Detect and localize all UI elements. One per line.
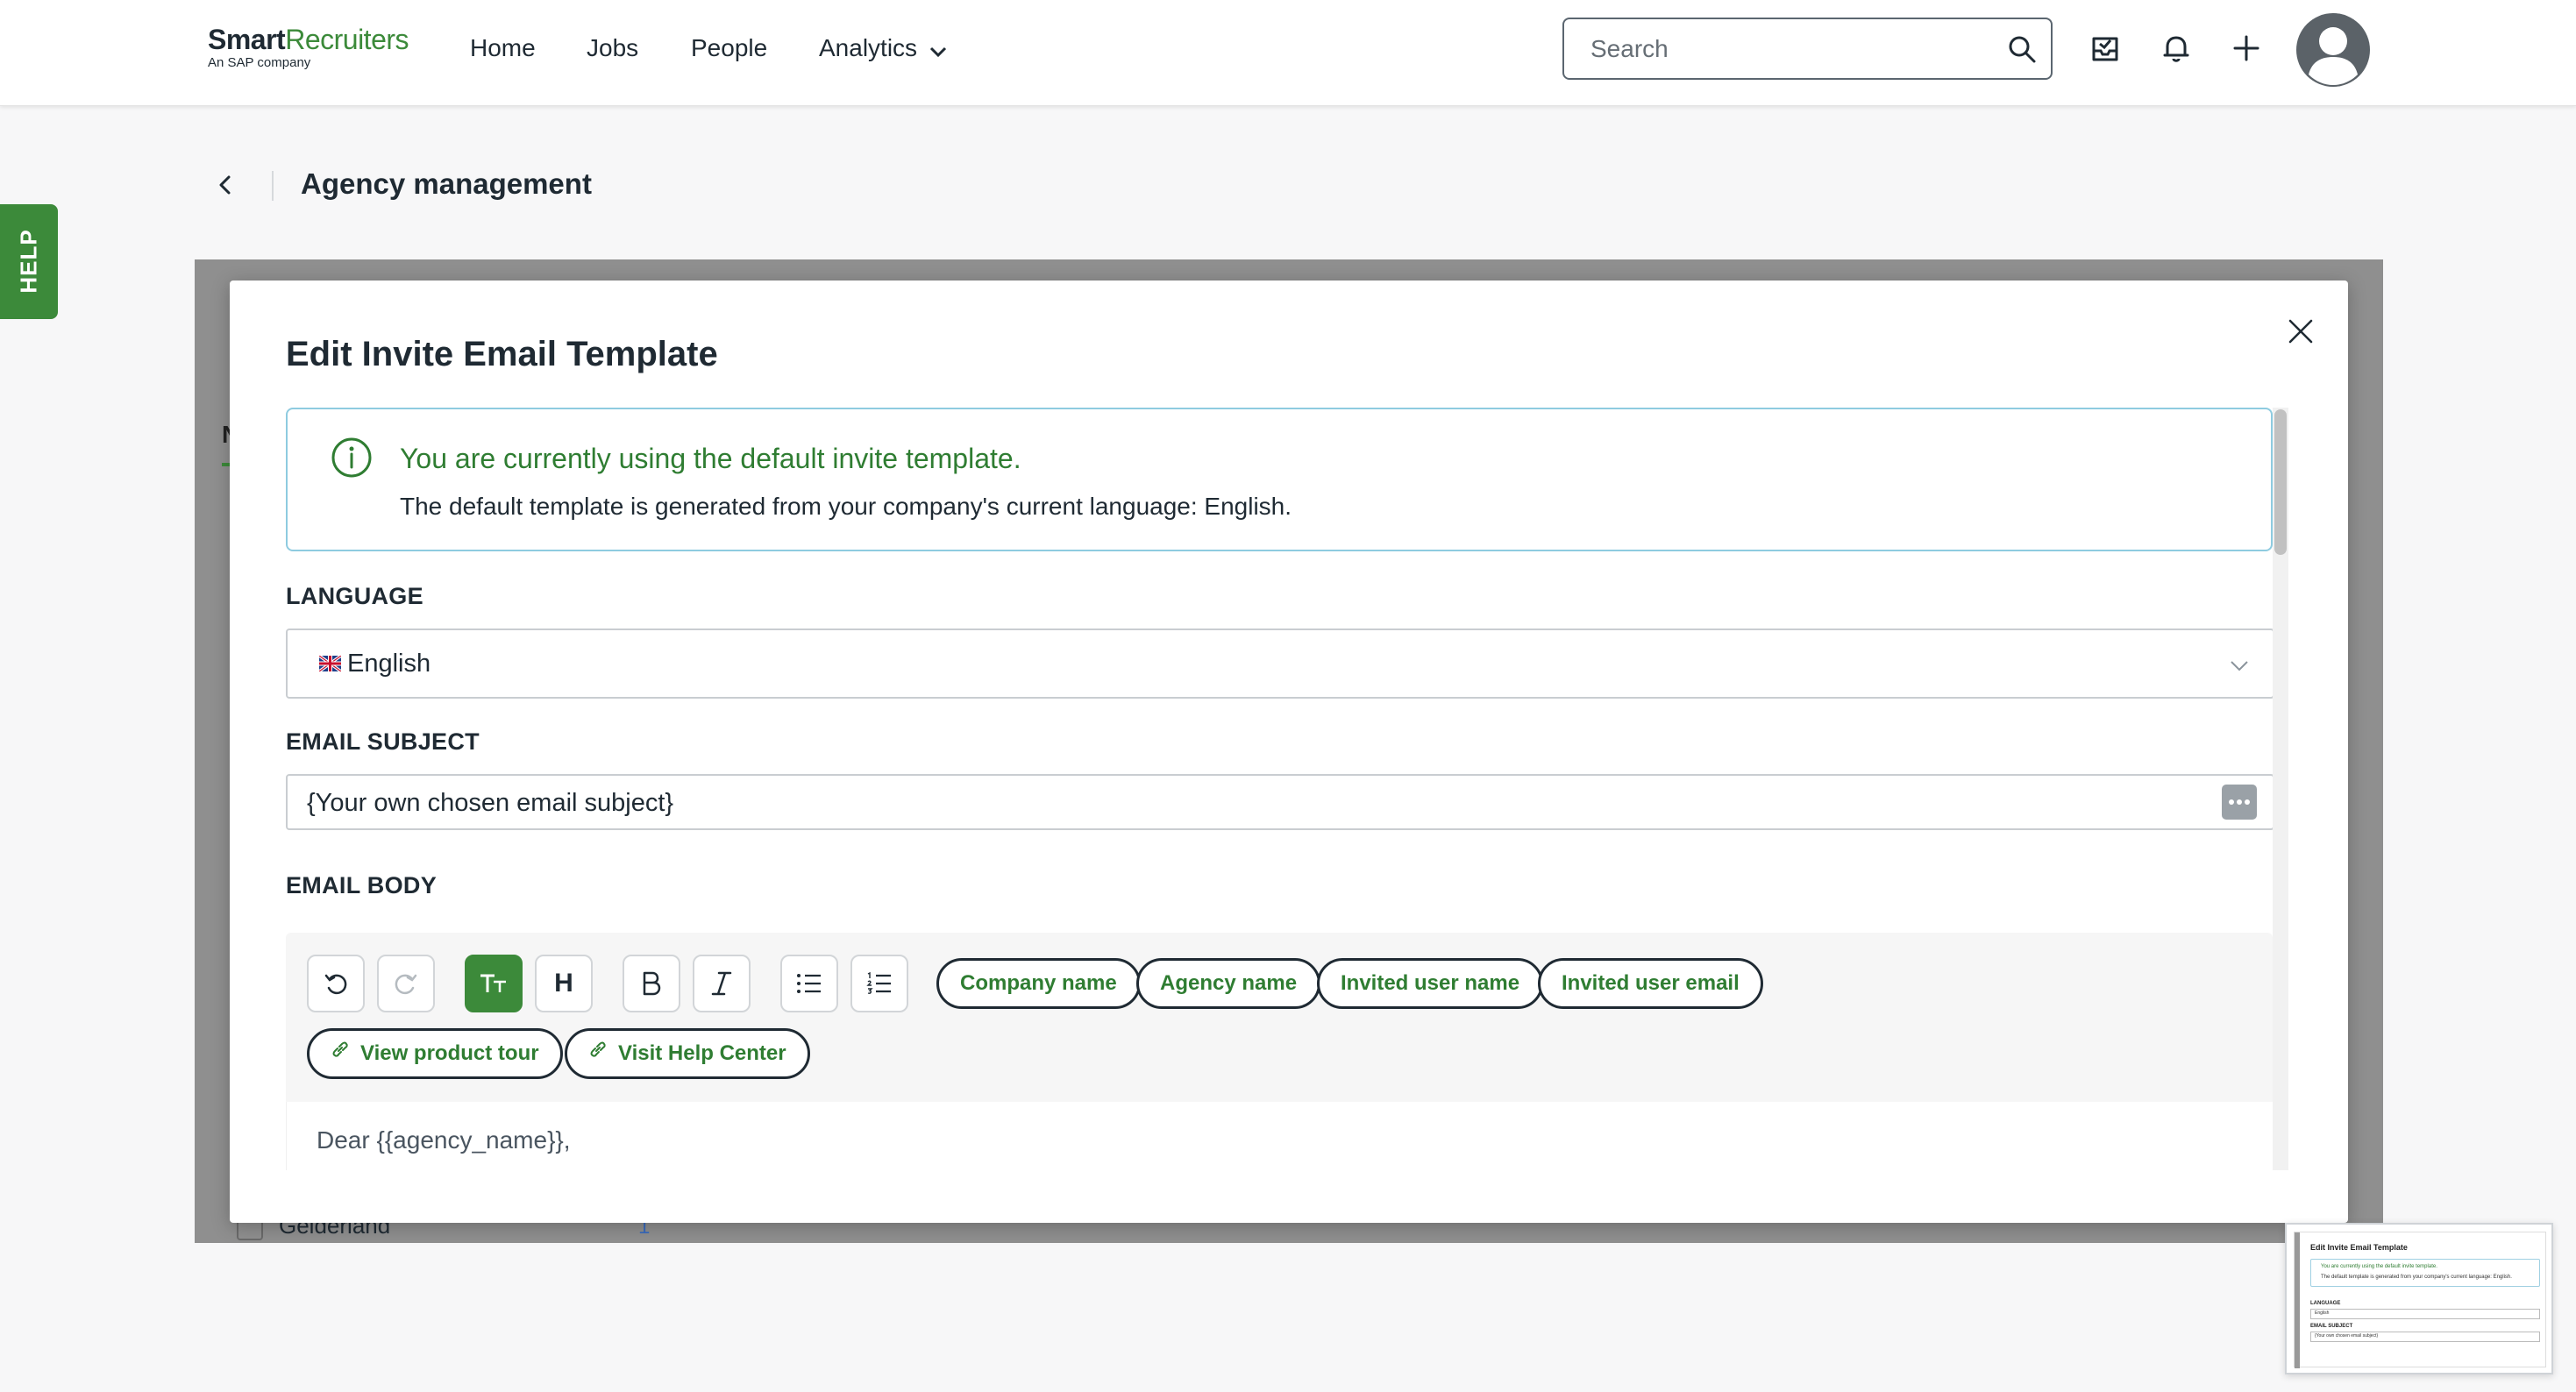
user-avatar[interactable] — [2296, 13, 2370, 87]
logo-word-smart: Smart — [208, 24, 286, 55]
italic-button[interactable] — [693, 955, 751, 1012]
text-size-icon — [480, 974, 506, 992]
search-icon[interactable] — [2007, 34, 2037, 64]
info-title: You are currently using the default invi… — [400, 443, 1021, 474]
insert-invited-user-name-button[interactable]: Invited user name — [1317, 958, 1544, 1009]
edit-invite-email-modal: Edit Invite Email Template You are curre… — [230, 281, 2348, 1223]
modal-title: Edit Invite Email Template — [286, 335, 718, 373]
heading-icon: H — [554, 969, 573, 998]
minimap-info-text: The default template is generated from y… — [2321, 1275, 2512, 1280]
italic-icon — [711, 971, 732, 996]
nav-jobs[interactable]: Jobs — [587, 33, 638, 63]
bullet-list-icon — [797, 974, 821, 993]
visit-help-center-label: Visit Help Center — [618, 1041, 786, 1065]
email-body-editor[interactable]: Dear {{agency_name}}, — [286, 1102, 2273, 1170]
logo-word-recruiters: Recruiters — [285, 24, 409, 55]
minimap-language-value: English — [2315, 1310, 2330, 1316]
email-subject-field[interactable]: {Your own chosen email subject} — [286, 774, 2274, 830]
minimap-viewport: Edit Invite Email Template You are curre… — [2294, 1232, 2546, 1368]
minimap-language-field: English — [2310, 1309, 2540, 1319]
language-label: LANGUAGE — [286, 583, 423, 609]
nav-people[interactable]: People — [691, 33, 767, 63]
modal-scrollbar-thumb[interactable] — [2274, 409, 2287, 555]
plus-icon[interactable] — [2228, 30, 2265, 67]
text-style-button[interactable] — [465, 955, 523, 1012]
insert-company-name-button[interactable]: Company name — [936, 958, 1141, 1009]
more-options-button[interactable] — [2222, 785, 2257, 820]
uk-flag-icon — [319, 656, 341, 671]
top-navigation-bar: SmartRecruiters An SAP company Home Jobs… — [0, 0, 2576, 106]
undo-button[interactable] — [307, 955, 365, 1012]
redo-icon — [395, 974, 417, 995]
numbered-list-button[interactable] — [850, 955, 908, 1012]
ellipsis-icon — [2229, 799, 2250, 805]
redo-button[interactable] — [377, 955, 435, 1012]
view-product-tour-label: View product tour — [360, 1041, 539, 1065]
bullet-list-button[interactable] — [780, 955, 838, 1012]
help-tab-label: HELP — [15, 229, 42, 294]
nav-analytics[interactable]: Analytics — [819, 33, 947, 65]
modal-body: You are currently using the default invi… — [286, 408, 2274, 1170]
bell-icon[interactable] — [2158, 30, 2195, 67]
language-select[interactable]: English — [286, 629, 2274, 699]
link-icon — [588, 1030, 608, 1076]
smartrecruiters-logo[interactable]: SmartRecruiters An SAP company — [208, 25, 409, 70]
chevron-down-icon — [2231, 661, 2248, 671]
user-silhouette-icon — [2298, 15, 2368, 85]
link-icon — [331, 1030, 350, 1076]
editor-toolbar: H Company name Agency name Invited user … — [286, 933, 2273, 1102]
visit-help-center-button[interactable]: Visit Help Center — [565, 1028, 810, 1079]
bold-button[interactable] — [623, 955, 680, 1012]
chevron-down-icon — [929, 35, 947, 65]
page-minimap[interactable]: Edit Invite Email Template You are curre… — [2285, 1223, 2553, 1374]
inbox-icon[interactable] — [2087, 30, 2124, 67]
insert-agency-name-button[interactable]: Agency name — [1136, 958, 1321, 1009]
background-tab-underline — [222, 463, 230, 466]
minimap-subject-field: {Your own chosen email subject} — [2310, 1332, 2540, 1342]
bold-icon — [643, 971, 661, 996]
undo-icon — [324, 974, 347, 995]
header-divider — [272, 171, 274, 201]
minimap-backdrop-strip — [2295, 1232, 2300, 1368]
email-subject-value: {Your own chosen email subject} — [307, 789, 674, 817]
search-box — [1562, 18, 2053, 80]
info-text: The default template is generated from y… — [400, 493, 1292, 520]
nav-home[interactable]: Home — [470, 33, 536, 63]
insert-invited-user-email-button[interactable]: Invited user email — [1538, 958, 1763, 1009]
numbered-list-icon — [866, 971, 891, 994]
help-tab[interactable]: HELP — [0, 204, 58, 319]
back-arrow-icon[interactable] — [215, 172, 236, 198]
minimap-info-title: You are currently using the default invi… — [2321, 1264, 2437, 1269]
minimap-subject-value: {Your own chosen email subject} — [2315, 1333, 2379, 1339]
logo-subtitle: An SAP company — [208, 55, 311, 70]
minimap-title: Edit Invite Email Template — [2310, 1243, 2408, 1252]
email-body-text: Dear {{agency_name}}, — [317, 1126, 571, 1154]
search-input[interactable] — [1590, 19, 1994, 78]
nav-analytics-label: Analytics — [819, 34, 918, 61]
email-subject-label: EMAIL SUBJECT — [286, 728, 480, 755]
heading-button[interactable]: H — [535, 955, 593, 1012]
email-body-label: EMAIL BODY — [286, 872, 438, 898]
language-select-value: English — [347, 650, 431, 678]
default-template-info-box: You are currently using the default invi… — [286, 408, 2273, 551]
close-icon[interactable] — [2285, 316, 2316, 347]
minimap-subject-label: EMAIL SUBJECT — [2310, 1324, 2353, 1329]
view-product-tour-button[interactable]: View product tour — [307, 1028, 563, 1079]
minimap-info-box — [2310, 1259, 2540, 1287]
page-title: Agency management — [301, 167, 592, 200]
minimap-language-label: LANGUAGE — [2310, 1301, 2341, 1306]
info-icon — [331, 437, 372, 478]
logo-wordmark: SmartRecruiters — [208, 25, 409, 54]
